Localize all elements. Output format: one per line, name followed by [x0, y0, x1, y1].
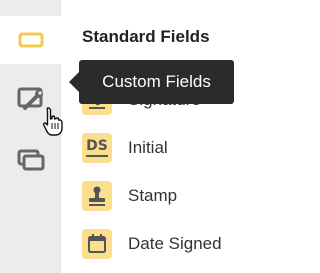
hand-pointer-icon: [41, 106, 65, 143]
tooltip-arrow: [69, 72, 79, 92]
initial-icon: DS: [82, 133, 112, 163]
field-date-signed[interactable]: Date Signed: [82, 228, 222, 260]
tooltip: Custom Fields: [79, 60, 234, 104]
field-label: Date Signed: [128, 234, 222, 253]
rail-item-standard-fields[interactable]: [0, 16, 61, 64]
field-box-icon: [18, 32, 43, 48]
field-initial[interactable]: DS Initial: [82, 132, 168, 164]
tooltip-text: Custom Fields: [102, 72, 211, 91]
rail-item-stacked-windows[interactable]: [0, 136, 61, 184]
stamp-icon: [82, 181, 112, 211]
fields-panel: Standard Fields Signature DS Initial Sta…: [61, 0, 309, 273]
stacked-windows-icon: [17, 149, 44, 171]
field-label: Stamp: [128, 186, 178, 205]
field-stamp[interactable]: Stamp: [82, 180, 177, 212]
calendar-icon: [82, 229, 112, 259]
initial-icon-text: DS: [86, 139, 108, 157]
panel-title: Standard Fields: [82, 27, 210, 46]
field-label: Initial: [128, 138, 168, 157]
